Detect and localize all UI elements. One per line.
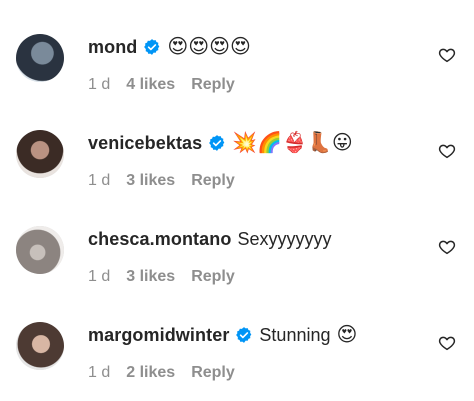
- reply-button[interactable]: Reply: [191, 268, 235, 286]
- avatar[interactable]: [16, 34, 64, 82]
- username[interactable]: margomidwinter: [88, 324, 229, 346]
- likes-count[interactable]: 3 likes: [126, 172, 175, 190]
- comment-meta: 1 d 4 likes Reply: [88, 76, 235, 94]
- comment-line: venicebektas 💥🌈👙👢😛: [88, 132, 353, 154]
- comment-emoji: 😍😍😍😍: [167, 36, 251, 58]
- likes-count[interactable]: 3 likes: [126, 268, 175, 286]
- reply-button[interactable]: Reply: [191, 76, 235, 94]
- likes-count[interactable]: 2 likes: [126, 364, 175, 382]
- comment-line: chesca.montano Sexyyyyyyy: [88, 228, 331, 250]
- comment-text: Sexyyyyyyy: [237, 229, 332, 249]
- timestamp: 1 d: [88, 172, 111, 189]
- heart-outline-icon[interactable]: [438, 46, 456, 64]
- comment-item: venicebektas 💥🌈👙👢😛 1 d 3 likes Reply: [0, 96, 474, 192]
- comment-text: Stunning: [259, 325, 331, 345]
- heart-outline-icon[interactable]: [438, 238, 456, 256]
- username[interactable]: chesca.montano: [88, 228, 231, 250]
- timestamp: 1 d: [88, 268, 111, 285]
- reply-button[interactable]: Reply: [191, 172, 235, 190]
- verified-badge-icon: [235, 326, 253, 344]
- verified-badge-icon: [208, 134, 226, 152]
- heart-outline-icon[interactable]: [438, 334, 456, 352]
- avatar[interactable]: [16, 226, 64, 274]
- reply-button[interactable]: Reply: [191, 364, 235, 382]
- comment-meta: 1 d 3 likes Reply: [88, 268, 235, 286]
- timestamp: 1 d: [88, 364, 111, 381]
- comment-emoji: 😍: [336, 324, 358, 346]
- comment-item: mond 😍😍😍😍 1 d 4 likes Reply: [0, 0, 474, 96]
- username[interactable]: venicebektas: [88, 132, 202, 154]
- timestamp: 1 d: [88, 76, 111, 93]
- comment-line: margomidwinter Stunning 😍: [88, 324, 357, 346]
- comment-meta: 1 d 3 likes Reply: [88, 172, 235, 190]
- comment-emoji: 💥🌈👙👢😛: [232, 132, 353, 154]
- username[interactable]: mond: [88, 36, 137, 58]
- heart-outline-icon[interactable]: [438, 142, 456, 160]
- comment-item: chesca.montano Sexyyyyyyy 1 d 3 likes Re…: [0, 192, 474, 288]
- comment-item: margomidwinter Stunning 😍 1 d 2 likes Re…: [0, 288, 474, 384]
- verified-badge-icon: [143, 38, 161, 56]
- avatar[interactable]: [16, 322, 64, 370]
- comment-line: mond 😍😍😍😍: [88, 36, 251, 58]
- likes-count[interactable]: 4 likes: [126, 76, 175, 94]
- comment-meta: 1 d 2 likes Reply: [88, 364, 235, 382]
- avatar[interactable]: [16, 130, 64, 178]
